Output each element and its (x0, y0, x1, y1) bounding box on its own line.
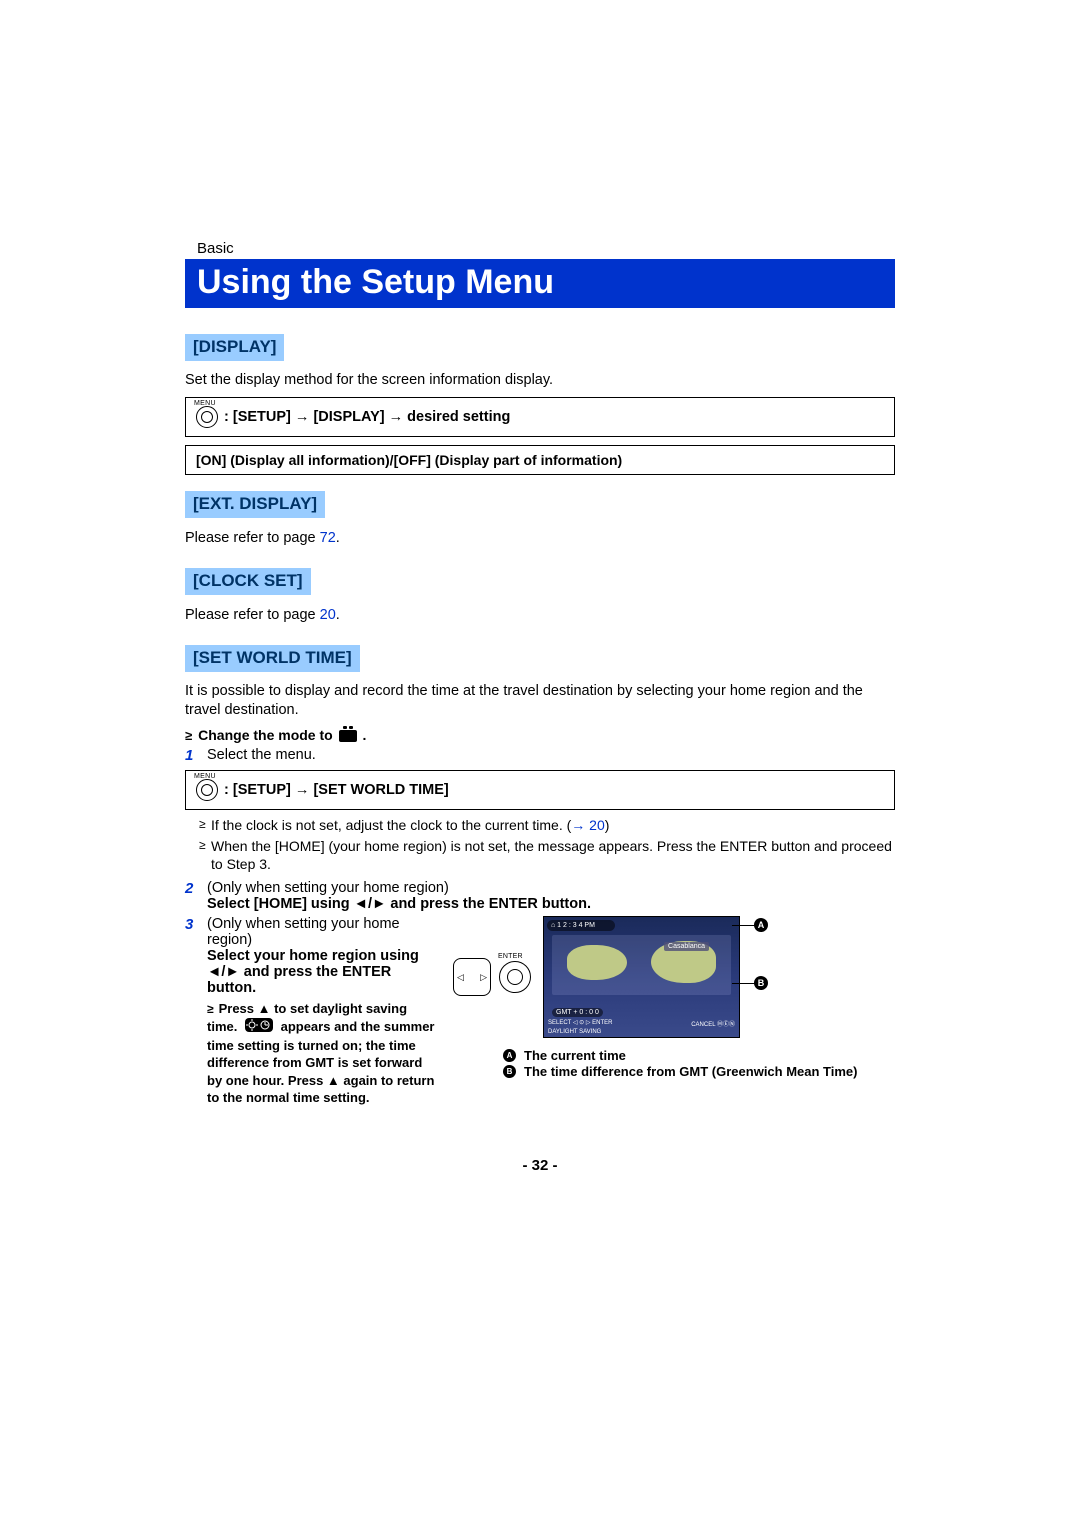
step-1-label: Select the menu. (207, 747, 895, 763)
screen-preview: ⌂ 1 2 : 3 4 PM Casablanca GMT + 0 : 0 0 … (543, 916, 740, 1038)
ext-display-refer: Please refer to page 72. (185, 530, 895, 546)
section-head-world-time: [SET WORLD TIME] (185, 645, 360, 672)
world-time-path-box: : [SETUP] → [SET WORLD TIME] (185, 770, 895, 810)
change-mode-line: Change the mode to . (185, 727, 895, 743)
menu-icon (196, 406, 218, 428)
screen-daylight-label: DAYLIGHT SAVING (548, 1029, 601, 1035)
screen-time: ⌂ 1 2 : 3 4 PM (547, 920, 615, 931)
legend-marker-a: A (503, 1049, 516, 1062)
step-number-3: 3 (185, 916, 207, 933)
section-head-clock-set: [CLOCK SET] (185, 568, 311, 595)
world-time-notes: If the clock is not set, adjust the cloc… (185, 816, 895, 875)
sun-clock-icon (245, 1018, 273, 1037)
callout-b: B (754, 976, 768, 990)
step-2-instruction: Select [HOME] using ◄/► and press the EN… (207, 896, 895, 912)
screen-gmt: GMT + 0 : 0 0 (552, 1008, 603, 1017)
dpad-icon: ◁ ▷ (453, 958, 491, 996)
screen-city: Casablanca (664, 942, 709, 951)
legend-marker-b: B (503, 1065, 516, 1078)
display-description: Set the display method for the screen in… (185, 371, 895, 391)
enter-button-icon (499, 961, 531, 993)
screen-cancel-label: CANCEL ⓂⒺⓃ (691, 1019, 735, 1028)
page-link-20[interactable]: 20 (320, 607, 336, 623)
clock-set-refer: Please refer to page 20. (185, 607, 895, 623)
menu-icon (196, 779, 218, 801)
daylight-note-2: appears and the summer time setting is t… (207, 1019, 434, 1105)
page-title: Using the Setup Menu (185, 259, 895, 308)
step-3-instruction: Select your home region using ◄/► and pr… (207, 948, 437, 996)
world-time-description: It is possible to display and record the… (185, 682, 895, 721)
legend: A The current time B The time difference… (503, 1048, 895, 1079)
step-number-1: 1 (185, 747, 207, 764)
legend-text-a: The current time (524, 1048, 626, 1063)
section-head-display: [DISPLAY] (185, 334, 284, 361)
step-2-condition: (Only when setting your home region) (207, 880, 895, 896)
display-path-text: : [SETUP] → [DISPLAY] → desired setting (224, 408, 510, 424)
section-head-ext-display: [EXT. DISPLAY] (185, 491, 325, 518)
display-path-box: : [SETUP] → [DISPLAY] → desired setting (185, 397, 895, 437)
step-number-2: 2 (185, 880, 207, 897)
camera-mode-icon (339, 730, 357, 742)
page-link-72[interactable]: 72 (320, 530, 336, 546)
page-link-20b[interactable]: → 20 (571, 817, 604, 833)
step-3-condition: (Only when setting your home region) (207, 916, 437, 948)
screen-select-label: SELECT ◁ ⊙ ▷ ENTER (548, 1019, 613, 1028)
page-number: - 32 - (185, 1157, 895, 1174)
callout-a: A (754, 918, 768, 932)
breadcrumb: Basic (197, 240, 895, 257)
display-options-box: [ON] (Display all information)/[OFF] (Di… (185, 445, 895, 475)
legend-text-b: The time difference from GMT (Greenwich … (524, 1064, 858, 1079)
